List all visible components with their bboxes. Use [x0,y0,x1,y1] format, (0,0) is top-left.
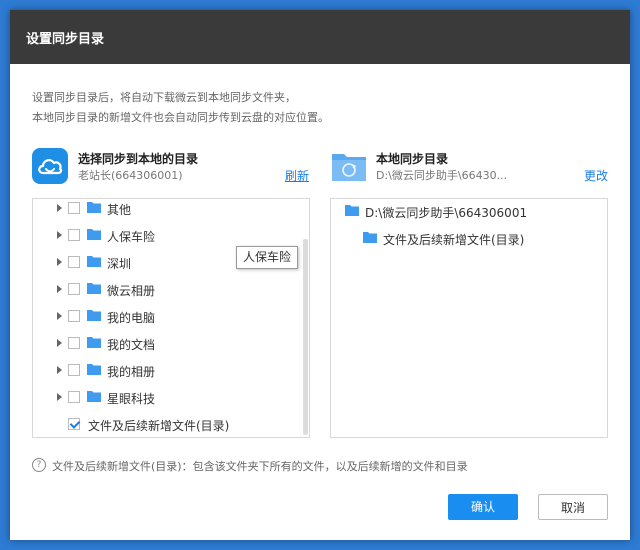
local-root-label: D:\微云同步助手\664306001 [365,206,528,220]
local-directory-tree[interactable]: D:\微云同步助手\664306001 文件及后续新增文件(目录) [330,198,608,438]
folder-icon [87,337,101,348]
tree-item-label: 我的文档 [107,338,156,352]
folder-icon [87,283,101,294]
tree-row-my-album[interactable]: 我的相册 [33,361,303,381]
checkbox[interactable] [68,337,80,349]
checkbox[interactable] [68,364,80,376]
expand-arrow-icon[interactable] [57,258,62,266]
tree-row-files-and-new[interactable]: 文件及后续新增文件(目录) [33,415,303,435]
tree-row-renbao[interactable]: 人保车险 [33,226,303,246]
cloud-directory-tree[interactable]: 其他 人保车险 深圳 微云相册 我的电脑 我的文档 我的相册 星眼科技 文件及后… [32,198,310,438]
cloud-section-title: 选择同步到本地的目录 [78,152,199,166]
tree-row-my-computer[interactable]: 我的电脑 [33,307,303,327]
refresh-link[interactable]: 刷新 [285,167,309,184]
tree-row-weiyun-album[interactable]: 微云相册 [33,280,303,300]
change-link[interactable]: 更改 [584,167,608,184]
folder-icon [87,310,101,321]
tree-item-label: 其他 [107,203,132,217]
local-sync-path: D:\微云同步助手\66430... [376,169,508,182]
expand-arrow-icon[interactable] [57,204,62,212]
tree-item-label: 我的相册 [107,365,156,379]
checkbox[interactable] [68,202,80,214]
local-child-label: 文件及后续新增文件(目录) [383,233,525,247]
expand-arrow-icon[interactable] [57,393,62,401]
local-section-title: 本地同步目录 [376,152,449,166]
tree-item-label: 我的电脑 [107,311,156,325]
folder-icon [345,205,359,216]
local-folder-icon [330,148,368,184]
dialog-title: 设置同步目录 [26,32,105,47]
tree-item-label: 文件及后续新增文件(目录) [88,419,230,433]
tree-row-xingyan[interactable]: 星眼科技 [33,388,303,408]
tree-item-label: 星眼科技 [107,392,156,406]
folder-icon [87,391,101,402]
expand-arrow-icon[interactable] [57,285,62,293]
hover-tooltip: 人保车险 [236,246,299,269]
sync-directory-dialog: 设置同步目录 设置同步目录后，将自动下载微云到本地同步文件夹， 本地同步目录的新… [10,10,630,540]
tree-item-label: 人保车险 [107,230,156,244]
dialog-titlebar: 设置同步目录 [10,10,630,64]
tree-scrollbar[interactable] [303,239,308,435]
tree-row-my-documents[interactable]: 我的文档 [33,334,303,354]
folder-icon [87,364,101,375]
expand-arrow-icon[interactable] [57,366,62,374]
local-root-row[interactable]: D:\微云同步助手\664306001 [331,202,601,222]
folder-icon [87,256,101,267]
folder-icon [87,202,101,213]
folder-icon [87,229,101,240]
tree-item-label: 微云相册 [107,284,156,298]
description-line-2: 本地同步目录的新增文件也会自动同步传到云盘的对应位置。 [32,111,329,124]
checkbox[interactable] [68,229,80,241]
dialog-description: 设置同步目录后，将自动下载微云到本地同步文件夹， 本地同步目录的新增文件也会自动… [32,88,329,128]
tree-row-other[interactable]: 其他 [33,199,303,219]
description-line-1: 设置同步目录后，将自动下载微云到本地同步文件夹， [32,91,296,104]
question-icon: ? [32,458,46,472]
folder-icon [363,232,377,243]
local-child-row[interactable]: 文件及后续新增文件(目录) [331,229,601,249]
checkbox[interactable] [68,283,80,295]
weiyun-cloud-icon [32,148,68,184]
checkbox-checked[interactable] [68,418,80,430]
expand-arrow-icon[interactable] [57,312,62,320]
expand-arrow-icon[interactable] [57,339,62,347]
confirm-button[interactable]: 确认 [448,494,518,520]
checkbox[interactable] [68,256,80,268]
checkbox[interactable] [68,310,80,322]
cloud-account-name: 老站长(664306001) [78,169,183,182]
note-text: 文件及后续新增文件(目录)：包含该文件夹下所有的文件，以及后续新增的文件和目录 [52,460,468,473]
checkbox[interactable] [68,391,80,403]
tree-item-label: 深圳 [107,257,132,271]
expand-arrow-icon[interactable] [57,231,62,239]
cancel-button[interactable]: 取消 [538,494,608,520]
